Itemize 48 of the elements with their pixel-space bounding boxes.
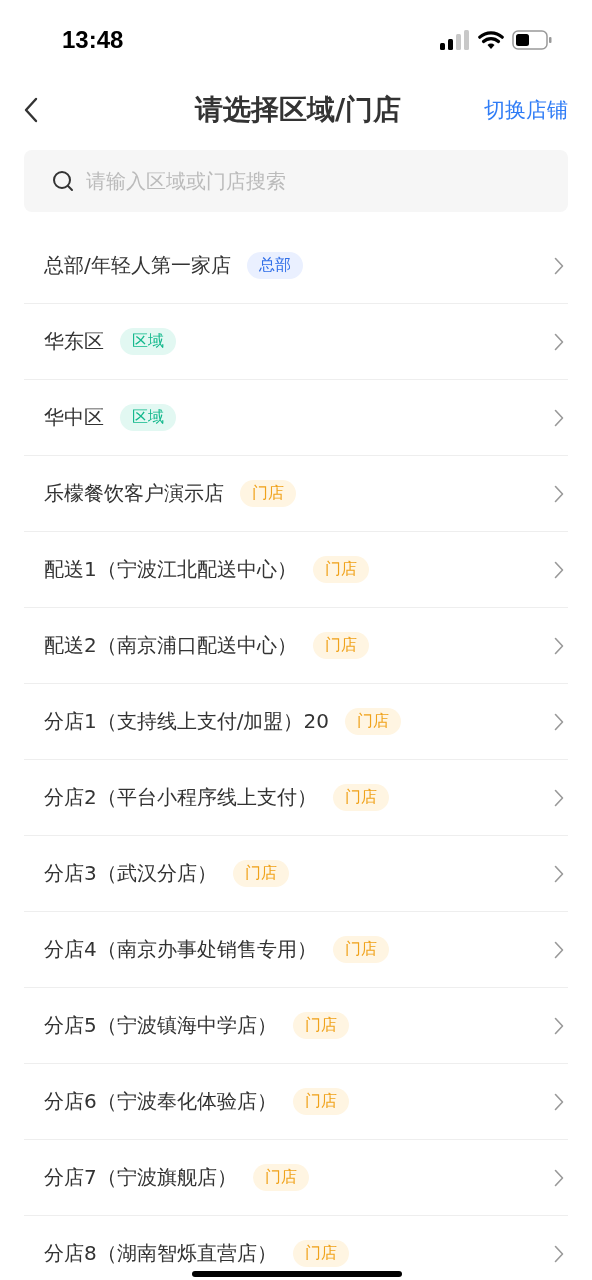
- chevron-right-icon: [554, 408, 564, 427]
- list-item[interactable]: 华东区 区域: [24, 304, 568, 380]
- list-item[interactable]: 分店7（宁波旗舰店） 门店: [24, 1140, 568, 1216]
- battery-icon: [512, 30, 552, 50]
- chevron-right-icon: [554, 484, 564, 503]
- type-tag: 门店: [312, 632, 369, 659]
- list-item[interactable]: 分店4（南京办事处销售专用） 门店: [24, 912, 568, 988]
- list-item[interactable]: 乐檬餐饮客户演示店 门店: [24, 456, 568, 532]
- search-field[interactable]: 请输入区域或门店搜索: [24, 150, 568, 212]
- list-item[interactable]: 分店3（武汉分店） 门店: [24, 836, 568, 912]
- chevron-right-icon: [554, 712, 564, 731]
- chevron-right-icon: [554, 864, 564, 883]
- list-item[interactable]: 配送1（宁波江北配送中心） 门店: [24, 532, 568, 608]
- chevron-right-icon: [554, 788, 564, 807]
- chevron-right-icon: [554, 1016, 564, 1035]
- type-tag: 门店: [332, 936, 389, 963]
- type-tag: 门店: [232, 860, 289, 887]
- chevron-right-icon: [554, 560, 564, 579]
- list-item[interactable]: 总部/年轻人第一家店 总部: [24, 228, 568, 304]
- type-tag: 门店: [292, 1088, 349, 1115]
- chevron-right-icon: [554, 1168, 564, 1187]
- type-tag: 门店: [240, 480, 296, 507]
- status-time: 13:48: [62, 26, 124, 54]
- chevron-right-icon: [554, 256, 564, 275]
- chevron-right-icon: [554, 636, 564, 655]
- list-item[interactable]: 华中区 区域: [24, 380, 568, 456]
- type-tag: 门店: [344, 708, 401, 735]
- chevron-right-icon: [554, 1244, 564, 1263]
- switch-store-link[interactable]: 切换店铺: [484, 96, 568, 124]
- signal-icon: [440, 30, 470, 50]
- chevron-right-icon: [554, 332, 564, 351]
- list-item[interactable]: 分店1（支持线上支付/加盟）20 门店: [24, 684, 568, 760]
- type-tag: 门店: [292, 1012, 349, 1039]
- chevron-right-icon: [554, 940, 564, 959]
- type-tag: 门店: [312, 556, 369, 583]
- type-tag: 总部: [246, 252, 303, 279]
- type-tag: 门店: [292, 1240, 349, 1267]
- list-item[interactable]: 配送2（南京浦口配送中心） 门店: [24, 608, 568, 684]
- page-title: 请选择区域/门店: [194, 92, 402, 128]
- type-tag: 区域: [120, 328, 176, 355]
- type-tag: 门店: [332, 784, 389, 811]
- chevron-right-icon: [554, 1092, 564, 1111]
- type-tag: 区域: [120, 404, 176, 431]
- wifi-icon: [478, 30, 504, 50]
- type-tag: 门店: [252, 1164, 309, 1191]
- list-item[interactable]: 分店6（宁波奉化体验店） 门店: [24, 1064, 568, 1140]
- list-item[interactable]: 分店5（宁波镇海中学店） 门店: [24, 988, 568, 1064]
- list-item[interactable]: 分店2（平台小程序线上支付） 门店: [24, 760, 568, 836]
